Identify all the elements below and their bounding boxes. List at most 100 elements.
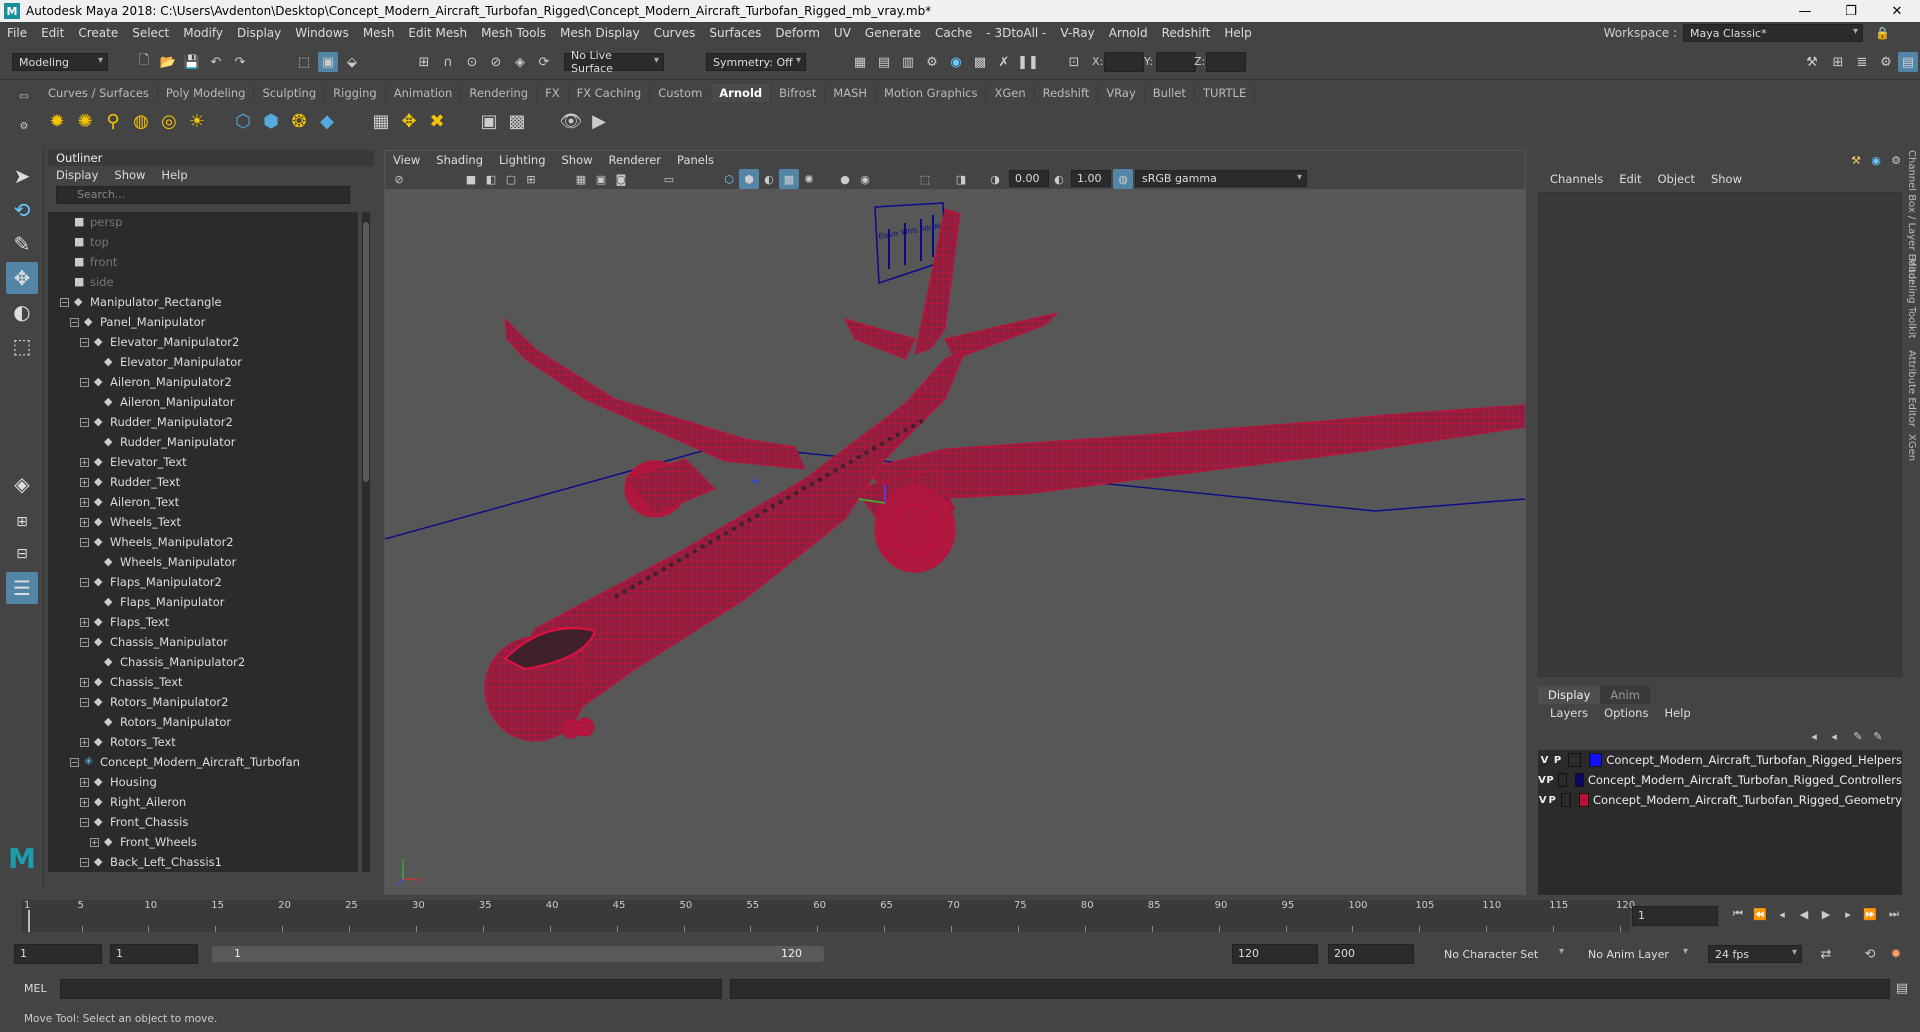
layer-menu-help[interactable]: Help [1656, 706, 1698, 720]
lock-icon[interactable]: 🔒 [1875, 26, 1890, 40]
layer-reference-toggle[interactable] [1558, 773, 1567, 787]
viewport-menu-shading[interactable]: Shading [428, 153, 491, 167]
playback-start-field[interactable]: 1 [110, 944, 198, 964]
tree-expander-icon[interactable]: + [80, 478, 89, 487]
layer-playback-toggle[interactable]: P [1547, 795, 1556, 806]
arnold-delete-cache-icon[interactable]: ✖ [424, 108, 450, 134]
viewport-3d[interactable]: Elevtr Whls Rdr Aln + x y [384, 189, 1526, 924]
redo-icon[interactable]: ↷ [230, 52, 250, 72]
image-plane-icon[interactable]: ▢ [501, 169, 521, 189]
mel-label[interactable]: MEL [24, 982, 47, 995]
outliner-item[interactable]: ■ side [48, 272, 358, 292]
outliner-item[interactable]: − ◆ Rotors_Manipulator2 [48, 692, 358, 712]
render-frame-icon[interactable]: ▤ [874, 52, 894, 72]
snap-plane-icon[interactable]: ⟳ [534, 52, 554, 72]
tool-settings-icon[interactable]: ⚙ [1876, 52, 1896, 72]
ambient-occlusion-icon[interactable]: ◉ [855, 169, 875, 189]
outliner-item[interactable]: ◆ Rudder_Manipulator [48, 432, 358, 452]
arnold-sun-icon[interactable]: ☀ [184, 108, 210, 134]
outliner-item[interactable]: ◆ Aileron_Manipulator [48, 392, 358, 412]
layer-reference-toggle[interactable] [1568, 753, 1582, 767]
tree-expander-icon[interactable]: − [80, 338, 89, 347]
bookmarks-icon[interactable]: ◧ [481, 169, 501, 189]
side-tab-attribute-editor[interactable]: Attribute Editor [1906, 350, 1917, 427]
layer-visibility-toggle[interactable]: V [1538, 755, 1551, 766]
shelf-tab-motion-graphics[interactable]: Motion Graphics [876, 84, 987, 102]
tree-expander-icon[interactable]: − [80, 418, 89, 427]
viewport-menu-view[interactable]: View [385, 153, 428, 167]
step-forward-key-icon[interactable]: ⏩ [1860, 904, 1880, 924]
wireframe-icon[interactable]: ⬡ [719, 169, 739, 189]
scale-tool-icon[interactable]: ⬚ [6, 330, 38, 362]
snap-curve-icon[interactable]: ∩ [438, 52, 458, 72]
outliner-item[interactable]: − ✳ Concept_Modern_Aircraft_Turbofan [48, 752, 358, 772]
outliner-search-input[interactable]: Search... [56, 186, 350, 204]
tree-expander-icon[interactable]: + [80, 618, 89, 627]
arnold-volume-icon[interactable]: ⬢ [258, 108, 284, 134]
exposure-icon[interactable]: ◑ [985, 169, 1005, 189]
anim-end-field[interactable]: 200 [1328, 944, 1414, 964]
rotate-tool-icon[interactable]: ◐ [6, 296, 38, 328]
color-management-icon[interactable]: ◍ [1113, 169, 1133, 189]
new-layer-icon[interactable]: ✎ [1848, 726, 1868, 746]
layer-menu-layers[interactable]: Layers [1542, 706, 1596, 720]
four-view-icon[interactable]: ⊞ [6, 506, 38, 538]
channel-box-attr-icon[interactable]: ◉ [1866, 150, 1886, 170]
menu-create[interactable]: Create [71, 26, 125, 40]
step-back-key-icon[interactable]: ⏪ [1750, 904, 1770, 924]
arnold-lightmgr-icon[interactable]: ▩ [504, 108, 530, 134]
menu-file[interactable]: File [0, 26, 34, 40]
outliner-item[interactable]: + ◆ Rotors_Text [48, 732, 358, 752]
arnold-flush-cache-icon[interactable]: ✥ [396, 108, 422, 134]
outliner-item[interactable]: − ◆ Wheels_Manipulator2 [48, 532, 358, 552]
layer-name[interactable]: Concept_Modern_Aircraft_Turbofan_Rigged_… [1588, 773, 1902, 787]
outliner-item[interactable]: + ◆ Rudder_Text [48, 472, 358, 492]
x-field[interactable] [1104, 52, 1144, 72]
modeling-toolkit-icon[interactable]: ⊞ [1828, 52, 1848, 72]
tree-expander-icon[interactable]: + [80, 798, 89, 807]
colorspace-dropdown[interactable]: sRGB gamma [1135, 170, 1307, 187]
channelbox-menu-channels[interactable]: Channels [1542, 172, 1611, 186]
channelbox-menu-edit[interactable]: Edit [1611, 172, 1649, 186]
arnold-ipr-icon[interactable]: ▶ [586, 108, 612, 134]
menu-surfaces[interactable]: Surfaces [702, 26, 768, 40]
outliner-item[interactable]: + ◆ Housing [48, 772, 358, 792]
menu-mesh[interactable]: Mesh [356, 26, 402, 40]
shelf-tab-fx[interactable]: FX [537, 84, 569, 102]
arnold-texture-icon[interactable]: ▦ [368, 108, 394, 134]
shelf-tab-sculpting[interactable]: Sculpting [254, 84, 326, 102]
side-tab-xgen[interactable]: XGen [1906, 434, 1917, 461]
layer-move-down-icon[interactable]: ◂ [1824, 726, 1844, 746]
shelf-tab-mash[interactable]: MASH [825, 84, 877, 102]
tree-expander-icon[interactable]: − [80, 378, 89, 387]
layer-reference-toggle[interactable] [1560, 793, 1571, 807]
y-field[interactable] [1156, 52, 1196, 72]
step-forward-frame-icon[interactable]: ▸ [1838, 904, 1858, 924]
mel-input[interactable] [60, 979, 722, 999]
arnold-render-icon[interactable]: ▩ [970, 52, 990, 72]
tree-expander-icon[interactable]: − [80, 698, 89, 707]
exposure-field[interactable]: 0.00 [1009, 170, 1049, 187]
channelbox-menu-show[interactable]: Show [1703, 172, 1750, 186]
layer-visibility-toggle[interactable]: V [1538, 775, 1546, 786]
z-field[interactable] [1206, 52, 1246, 72]
tree-expander-icon[interactable]: − [60, 298, 69, 307]
outliner-item[interactable]: − ◆ Chassis_Manipulator [48, 632, 358, 652]
menu-select[interactable]: Select [125, 26, 176, 40]
shelf-tab-bifrost[interactable]: Bifrost [771, 84, 826, 102]
shelf-tab-bullet[interactable]: Bullet [1145, 84, 1195, 102]
menu-deform[interactable]: Deform [768, 26, 827, 40]
shelf-tab-poly-modeling[interactable]: Poly Modeling [158, 84, 255, 102]
outliner-item[interactable]: + ◆ Chassis_Text [48, 672, 358, 692]
live-surface-field[interactable]: No Live Surface [564, 49, 664, 75]
outliner-item[interactable]: ◆ Rotors_Manipulator [48, 712, 358, 732]
wireframe-on-shaded-icon[interactable]: ◐ [759, 169, 779, 189]
loop-icon[interactable]: ⇄ [1816, 944, 1836, 964]
film-gate-icon[interactable]: ▦ [571, 169, 591, 189]
shelf-tab-arnold[interactable]: Arnold [711, 84, 772, 102]
lasso-tool-icon[interactable]: ⟲ [6, 194, 38, 226]
new-scene-icon[interactable]: 🗋 [134, 52, 154, 72]
outliner-item[interactable]: ◆ Flaps_Manipulator [48, 592, 358, 612]
tree-expander-icon[interactable]: − [80, 638, 89, 647]
playback-end-field[interactable]: 120 [1232, 944, 1318, 964]
